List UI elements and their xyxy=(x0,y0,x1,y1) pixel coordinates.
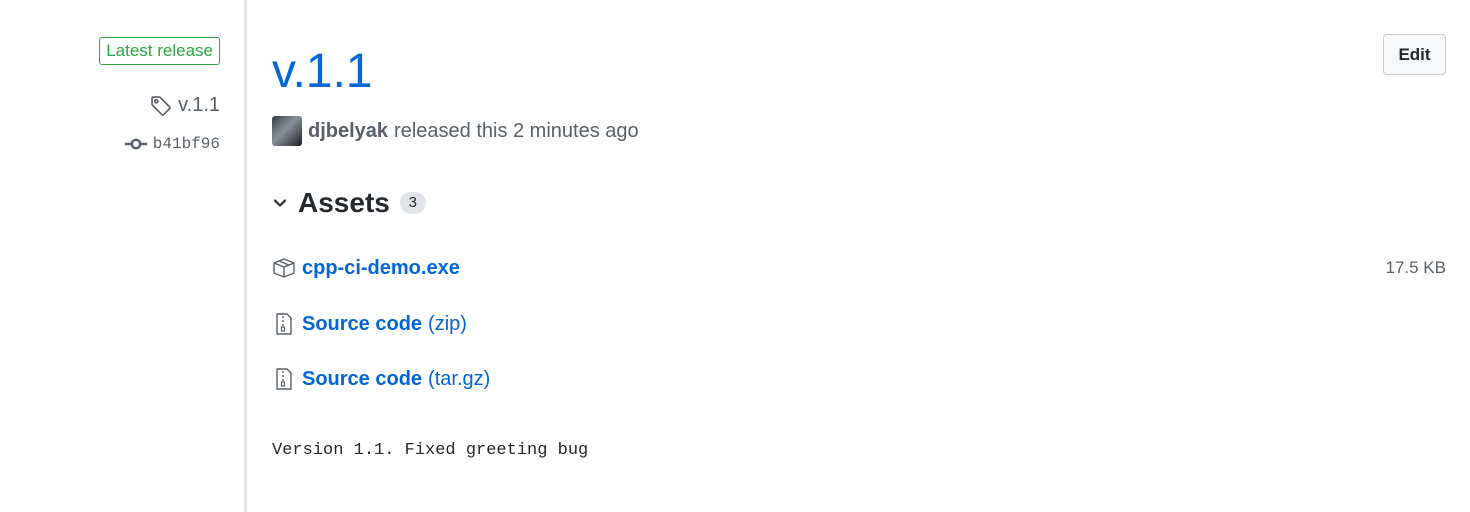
release-tag-label: v.1.1 xyxy=(178,94,220,116)
released-text: released this 2 minutes ago xyxy=(394,119,639,142)
asset-row: Source code (zip) xyxy=(272,310,1446,338)
release-sidebar: Latest release v.1.1 b41bf96 xyxy=(0,0,245,512)
asset-row: cpp-ci-demo.exe 17.5 KB xyxy=(272,254,1446,282)
source-code-format[interactable]: (tar.gz) xyxy=(428,368,490,391)
source-code-zip-link[interactable]: Source code xyxy=(302,313,422,336)
chevron-down-icon xyxy=(272,195,288,211)
source-code-format[interactable]: (zip) xyxy=(428,313,467,336)
source-code-targz-link[interactable]: Source code xyxy=(302,368,422,391)
file-zip-icon xyxy=(272,368,296,390)
file-zip-icon xyxy=(272,313,296,335)
timeline-divider xyxy=(244,0,247,512)
release-tag-link[interactable]: v.1.1 xyxy=(150,94,220,117)
author-link[interactable]: djbelyak xyxy=(308,120,388,143)
tag-icon xyxy=(150,95,172,117)
avatar[interactable] xyxy=(272,116,302,146)
latest-release-badge: Latest release xyxy=(99,37,220,65)
release-commit-link[interactable]: b41bf96 xyxy=(124,135,220,153)
asset-download-link[interactable]: cpp-ci-demo.exe xyxy=(302,257,460,280)
commit-sha: b41bf96 xyxy=(152,135,220,153)
assets-toggle[interactable]: Assets 3 xyxy=(272,187,426,219)
release-title[interactable]: v.1.1 xyxy=(272,42,373,102)
asset-row: Source code (tar.gz) xyxy=(272,365,1446,393)
assets-count-badge: 3 xyxy=(399,192,426,214)
asset-size: 17.5 KB xyxy=(1385,258,1447,277)
release-notes: Version 1.1. Fixed greeting bug xyxy=(272,441,589,460)
assets-title: Assets xyxy=(298,187,390,218)
release-byline: djbelyak released this 2 minutes ago xyxy=(272,116,639,146)
package-icon xyxy=(272,257,296,279)
edit-button[interactable]: Edit xyxy=(1383,34,1446,75)
git-commit-icon xyxy=(124,136,147,152)
